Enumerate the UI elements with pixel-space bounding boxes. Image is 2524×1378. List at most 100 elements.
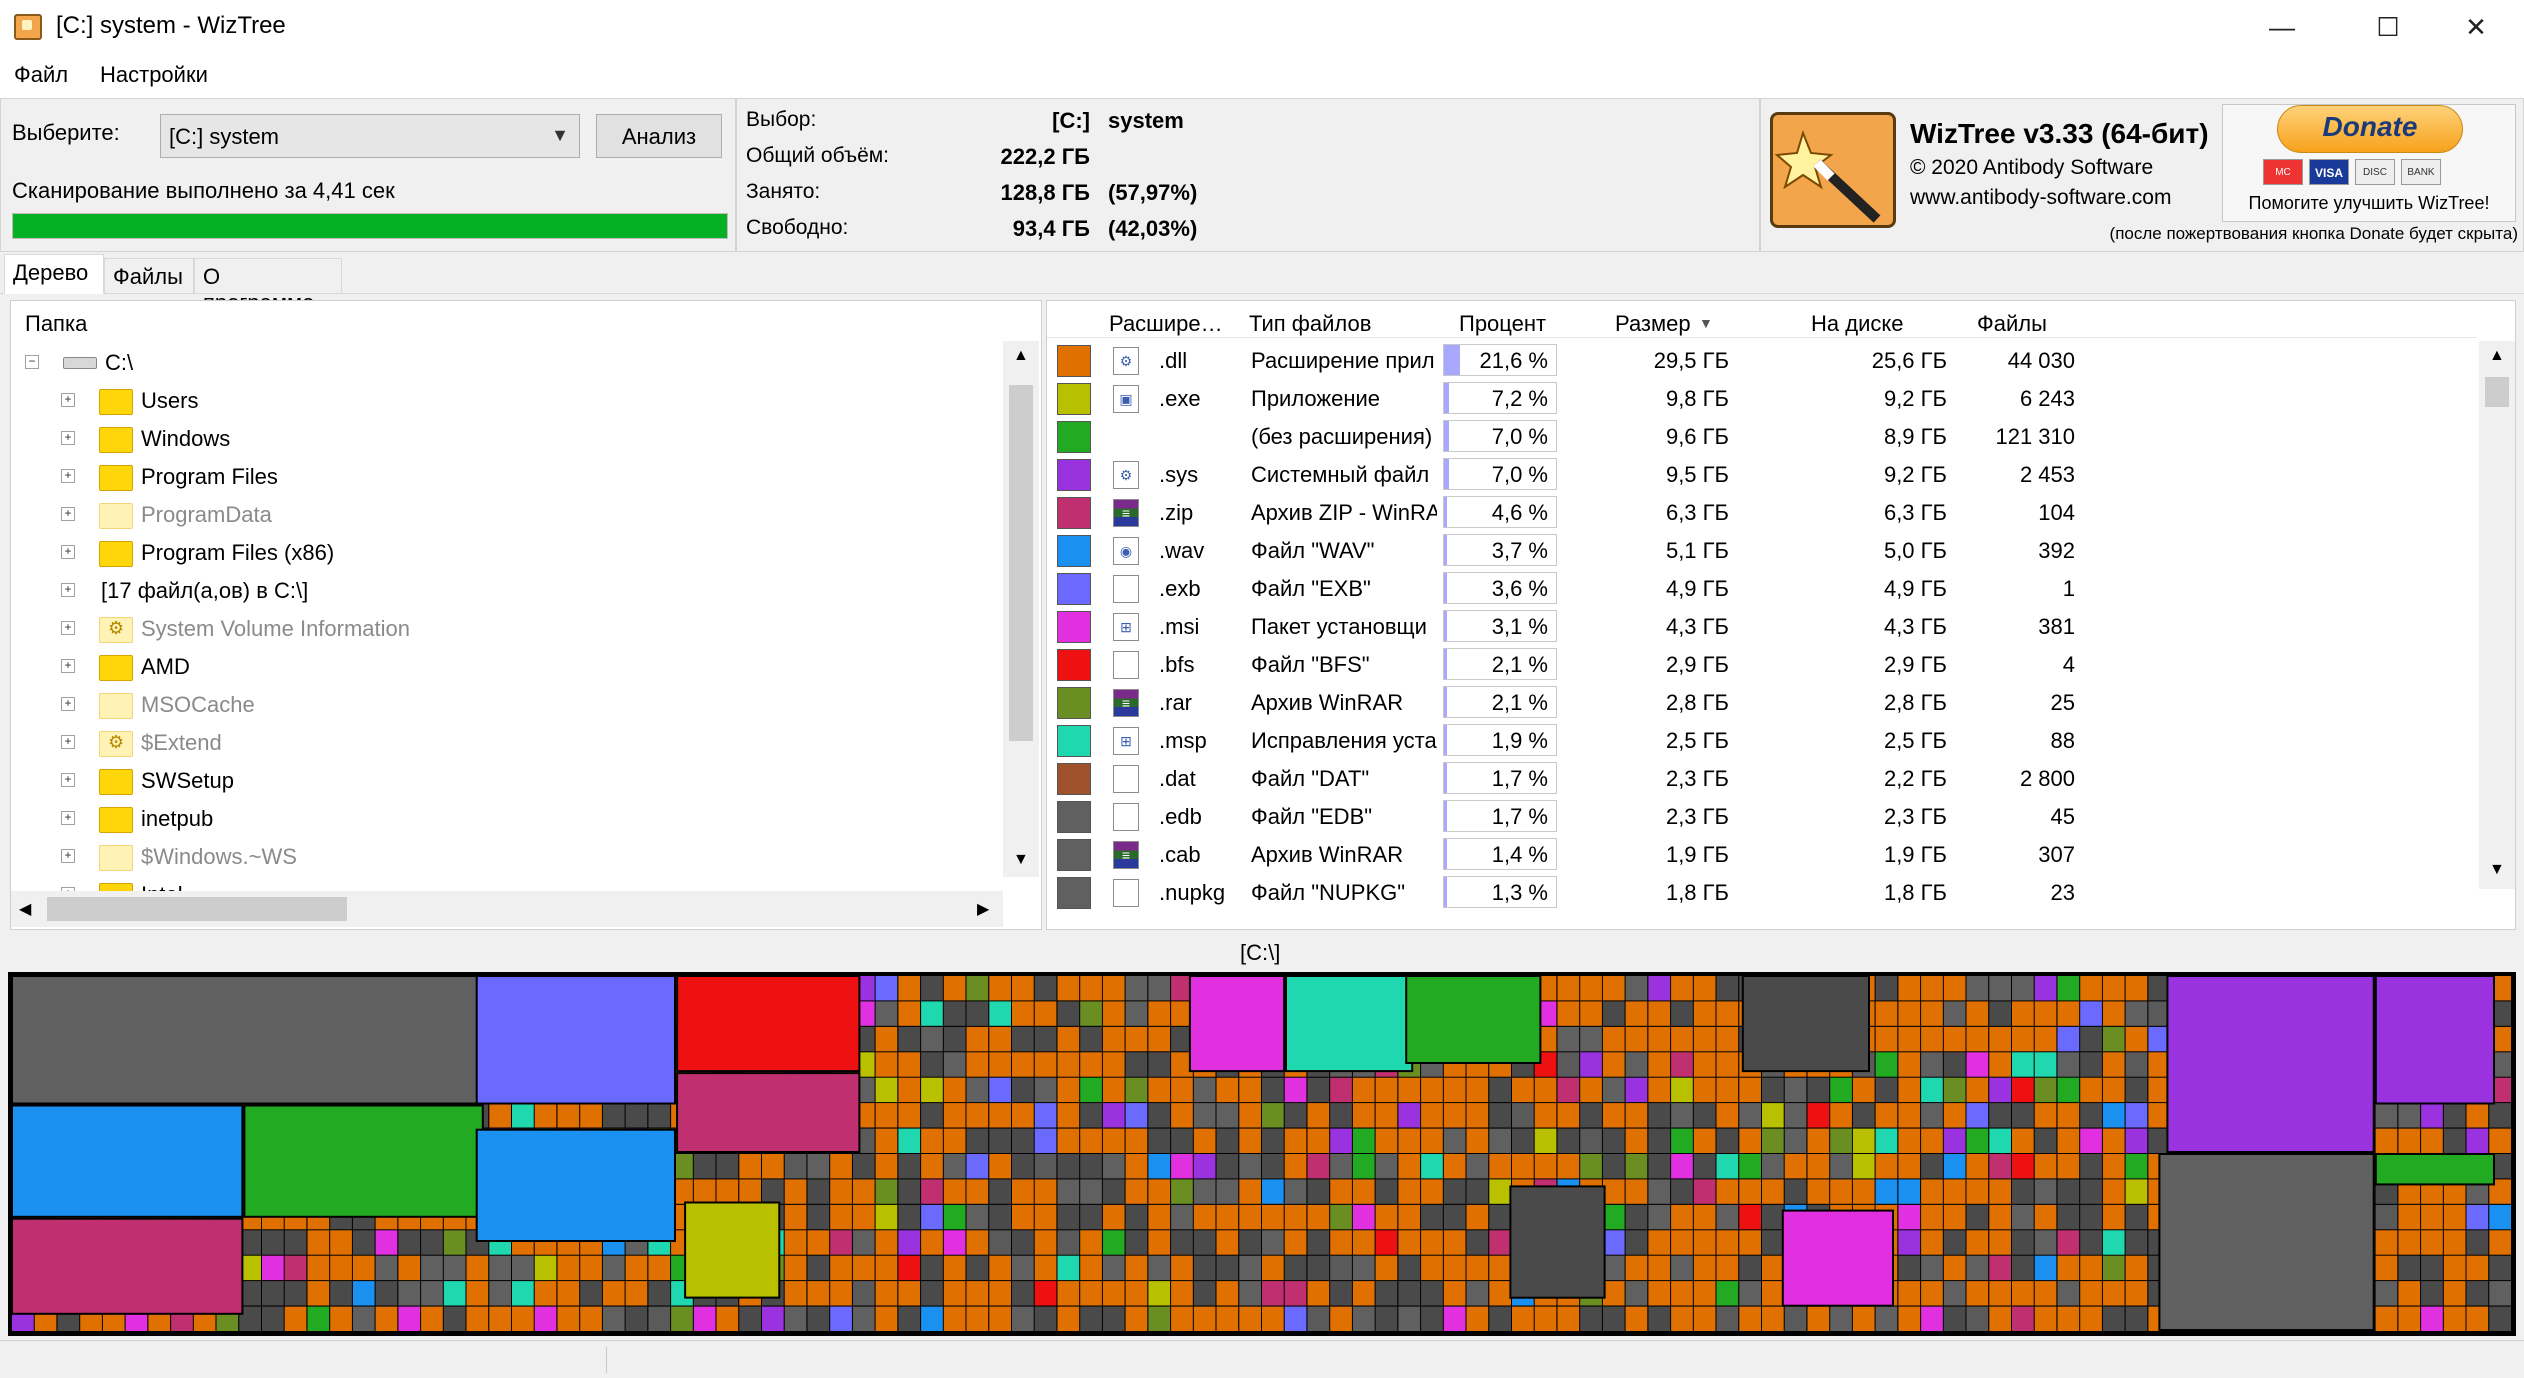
- treemap-tile[interactable]: [1489, 1128, 1511, 1153]
- treemap-tile[interactable]: [1216, 1179, 1239, 1204]
- treemap-tile[interactable]: [1034, 1128, 1057, 1153]
- treemap-tile[interactable]: [1989, 1281, 2011, 1306]
- treemap-tile[interactable]: [1125, 1103, 1148, 1128]
- treemap-tile[interactable]: [1966, 1026, 1989, 1052]
- treemap-tile[interactable]: [2080, 1255, 2102, 1281]
- treemap-tile[interactable]: [2421, 1230, 2443, 1255]
- treemap-tile[interactable]: [852, 1204, 875, 1230]
- treemap-tile[interactable]: [1512, 1306, 1534, 1331]
- treemap-tile[interactable]: [1012, 1001, 1034, 1026]
- treemap-tile[interactable]: [1034, 1204, 1057, 1230]
- treemap-tile[interactable]: [1012, 1306, 1034, 1331]
- treemap-tile[interactable]: [1671, 976, 1693, 1001]
- treemap-tile[interactable]: [1375, 1077, 1398, 1103]
- treemap-tile[interactable]: [1875, 976, 1898, 1001]
- treemap-tile[interactable]: [2034, 1255, 2057, 1281]
- treemap-tile[interactable]: [1989, 1052, 2011, 1077]
- treemap-tile[interactable]: [1943, 1306, 1966, 1331]
- treemap-tile[interactable]: [1648, 1026, 1671, 1052]
- treemap-tile[interactable]: [966, 1128, 989, 1153]
- treemap-tile[interactable]: [1943, 976, 1966, 1001]
- treemap-tile[interactable]: [1830, 1179, 1852, 1204]
- treemap-tile[interactable]: [1171, 1281, 1193, 1306]
- treemap-tile[interactable]: [1330, 1077, 1352, 1103]
- treemap-tile[interactable]: [2398, 1255, 2421, 1281]
- tab-files[interactable]: Файлы: [104, 258, 194, 294]
- treemap-tile[interactable]: [1762, 1230, 1784, 1255]
- treemap-tile[interactable]: [762, 1154, 784, 1179]
- treemap-tile[interactable]: [716, 1306, 739, 1331]
- treemap-tile[interactable]: [352, 1306, 375, 1331]
- col-extension[interactable]: Расшире…: [1109, 311, 1223, 337]
- treemap-tile[interactable]: [352, 1230, 375, 1255]
- expand-icon[interactable]: +: [61, 545, 75, 559]
- treemap-block[interactable]: [1509, 1185, 1606, 1299]
- treemap-tile[interactable]: [1693, 1154, 1716, 1179]
- treemap-tile[interactable]: [1193, 1077, 1216, 1103]
- treemap-tile[interactable]: [1943, 1052, 1966, 1077]
- treemap-tile[interactable]: [1171, 1230, 1193, 1255]
- treemap-tile[interactable]: [1398, 1128, 1421, 1153]
- treemap-tile[interactable]: [1171, 1204, 1193, 1230]
- analyze-button[interactable]: Анализ: [596, 114, 722, 158]
- treemap-tile[interactable]: [2489, 1128, 2511, 1153]
- treemap-tile[interactable]: [1875, 1154, 1898, 1179]
- scroll-down-icon[interactable]: ▼: [2489, 861, 2505, 879]
- treemap-tile[interactable]: [898, 1077, 921, 1103]
- treemap-block[interactable]: [1285, 975, 1414, 1073]
- treemap-tile[interactable]: [943, 1306, 966, 1331]
- treemap-tile[interactable]: [1443, 1204, 1466, 1230]
- treemap-tile[interactable]: [352, 1255, 375, 1281]
- treemap-tile[interactable]: [1830, 1077, 1852, 1103]
- treemap-tile[interactable]: [1012, 1281, 1034, 1306]
- file-type-row[interactable]: ◉ .wav Файл "WAV" 5,1 ГБ 5,0 ГБ 392 3,7 %: [1047, 531, 2477, 569]
- treemap-tile[interactable]: [1012, 1026, 1034, 1052]
- treemap-tile[interactable]: [921, 1128, 943, 1153]
- treemap-tile[interactable]: [807, 1154, 830, 1179]
- treemap-tile[interactable]: [921, 1026, 943, 1052]
- treemap-tile[interactable]: [1262, 1230, 1284, 1255]
- treemap-tile[interactable]: [1421, 1255, 1443, 1281]
- treemap-tile[interactable]: [1921, 1026, 1943, 1052]
- drive-combobox[interactable]: [C:] system ▼: [160, 114, 580, 158]
- treemap-tile[interactable]: [2125, 976, 2148, 1001]
- expand-icon[interactable]: +: [61, 393, 75, 407]
- treemap-tile[interactable]: [1034, 1052, 1057, 1077]
- treemap-tile[interactable]: [2012, 1255, 2034, 1281]
- tree-header-folder[interactable]: Папка: [25, 311, 87, 337]
- treemap-tile[interactable]: [830, 1179, 852, 1204]
- treemap-tile[interactable]: [1671, 1103, 1693, 1128]
- treemap-tile[interactable]: [1557, 1052, 1580, 1077]
- treemap-tile[interactable]: [1489, 1281, 1511, 1306]
- treemap-tile[interactable]: [580, 1281, 602, 1306]
- treemap-tile[interactable]: [875, 1103, 898, 1128]
- treemap-tile[interactable]: [2125, 1128, 2148, 1153]
- expand-icon[interactable]: +: [61, 697, 75, 711]
- tree-row[interactable]: + $Windows.~WS: [11, 837, 1001, 875]
- treemap-tile[interactable]: [1966, 976, 1989, 1001]
- treemap-tile[interactable]: [2012, 1052, 2034, 1077]
- treemap-tile[interactable]: [1125, 1154, 1148, 1179]
- treemap-tile[interactable]: [1398, 1230, 1421, 1255]
- treemap-tile[interactable]: [1398, 1204, 1421, 1230]
- treemap-tile[interactable]: [1716, 1281, 1739, 1306]
- treemap-tile[interactable]: [1739, 1179, 1761, 1204]
- treemap-tile[interactable]: [693, 1179, 716, 1204]
- file-type-row[interactable]: ▣ .exe Приложение 9,8 ГБ 9,2 ГБ 6 243 7,2 %: [1047, 379, 2477, 417]
- treemap-block[interactable]: [2374, 1153, 2496, 1186]
- treemap-block[interactable]: [684, 1201, 781, 1299]
- treemap-tile[interactable]: [1739, 1128, 1761, 1153]
- treemap-tile[interactable]: [2443, 1281, 2466, 1306]
- treemap-tile[interactable]: [1625, 1230, 1648, 1255]
- treemap-tile[interactable]: [1443, 1306, 1466, 1331]
- treemap-tile[interactable]: [1602, 1179, 1625, 1204]
- treemap-tile[interactable]: [1966, 1255, 1989, 1281]
- treemap-tile[interactable]: [2034, 1103, 2057, 1128]
- treemap-tile[interactable]: [762, 1179, 784, 1204]
- treemap-tile[interactable]: [489, 1103, 511, 1128]
- treemap-tile[interactable]: [466, 1255, 489, 1281]
- treemap-tile[interactable]: [966, 1179, 989, 1204]
- treemap-tile[interactable]: [1398, 1306, 1421, 1331]
- treemap-tile[interactable]: [1375, 1179, 1398, 1204]
- treemap-tile[interactable]: [921, 1077, 943, 1103]
